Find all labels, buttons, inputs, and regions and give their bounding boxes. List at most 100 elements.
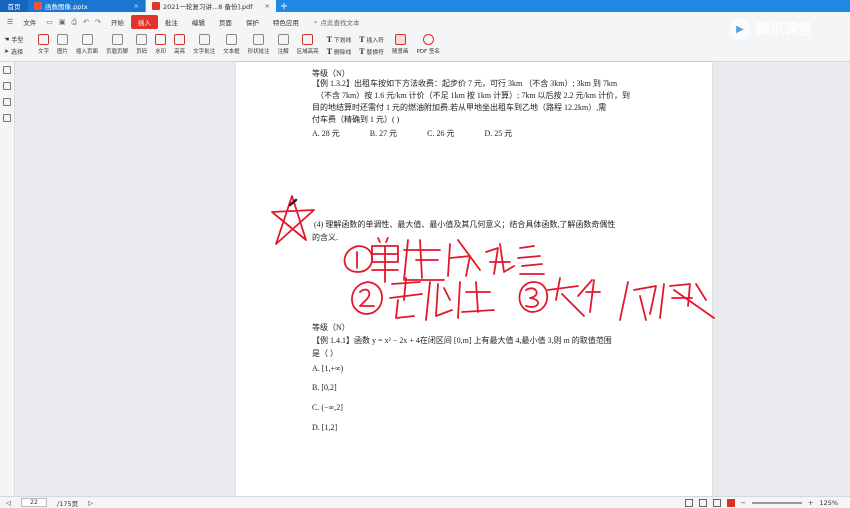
strikethrough-label: 删除线: [333, 50, 352, 56]
search-icon: ⌕: [313, 17, 318, 26]
highlight-button[interactable]: 高亮: [170, 32, 189, 55]
replace-mark-label: 替换符: [366, 50, 384, 56]
thumbnail-icon[interactable]: [3, 66, 11, 74]
area-highlight-icon: [302, 34, 314, 45]
insert-page-button[interactable]: 插入页面: [72, 32, 102, 55]
insert-page-icon: [81, 34, 93, 45]
page-number-button[interactable]: 页码: [132, 32, 151, 55]
watermark-icon: [155, 34, 167, 45]
replace-mark-icon: T: [359, 47, 365, 56]
freehand-pen-button[interactable]: 随意画: [388, 32, 413, 55]
sign-icon: [422, 34, 434, 45]
insert-page-label: 插入页面: [76, 49, 99, 55]
tab-home[interactable]: 首页: [0, 0, 28, 12]
print-icon[interactable]: ⎙: [69, 18, 81, 27]
pdf-sign-label: PDF 签名: [416, 49, 440, 55]
close-icon[interactable]: ×: [265, 2, 270, 10]
textbox-button[interactable]: 文本框: [219, 32, 244, 55]
hand-label: 手型: [11, 37, 24, 44]
underline-button[interactable]: T 下划线: [327, 35, 352, 44]
cursor-icon: ➤: [4, 48, 10, 55]
insert-mark-icon: T: [359, 35, 365, 44]
option-a: A. [1,+∞): [312, 364, 344, 373]
menu-protect[interactable]: 保护: [239, 15, 266, 29]
header-footer-label: 页眉页脚: [106, 49, 129, 55]
area-highlight-button[interactable]: 区域高亮: [293, 32, 323, 55]
watermark-label: 水印: [155, 49, 167, 55]
continuous-view-icon[interactable]: [712, 498, 721, 507]
menu-insert[interactable]: 插入: [130, 15, 158, 29]
textbox-label: 文本框: [223, 49, 240, 55]
ribbon-toolbar: ☚ 手型 ➤ 选择 文字 图片 插入页面 页眉页脚 页码 水印 高亮 文字批注 文本…: [0, 32, 850, 62]
pdf-sign-button[interactable]: PDF 签名: [412, 32, 443, 55]
menu-annotate[interactable]: 批注: [158, 15, 185, 29]
zoom-level[interactable]: 125%: [819, 499, 838, 507]
tab-pptx[interactable]: 函数图像.pptx ×: [28, 0, 146, 12]
hamburger-icon[interactable]: ☰: [4, 18, 16, 26]
example-text: 付车费（精确到 1 元）( ): [312, 115, 400, 124]
total-pages: /175页: [57, 499, 79, 508]
highlight-icon: [174, 34, 186, 45]
folder-icon[interactable]: ▭: [43, 18, 56, 26]
search-box[interactable]: ⌕ 点此查找文本: [313, 17, 360, 28]
zoom-out-icon[interactable]: −: [741, 499, 746, 507]
section-text: 的含义.: [312, 233, 338, 242]
single-page-view-icon[interactable]: [684, 498, 693, 507]
redo-icon[interactable]: ↷: [92, 18, 104, 26]
shape-annotation-button[interactable]: 形状批注: [244, 32, 274, 55]
select-tool[interactable]: ➤ 选择: [4, 47, 34, 56]
next-page-icon[interactable]: ▷: [88, 499, 93, 507]
note-button[interactable]: 注解: [274, 32, 293, 55]
hand-tool[interactable]: ☚ 手型: [4, 35, 34, 44]
two-page-view-icon[interactable]: [698, 498, 707, 507]
page-number-label: 页码: [136, 49, 148, 55]
option-c: C. 26 元: [427, 129, 455, 138]
header-footer-button[interactable]: 页眉页脚: [102, 32, 132, 55]
insert-mark-button[interactable]: T 插入符: [359, 35, 384, 44]
text-button[interactable]: 文字: [34, 32, 53, 55]
zoom-slider[interactable]: [751, 501, 802, 504]
option-b: B. 27 元: [369, 129, 398, 138]
menu-start[interactable]: 开始: [104, 15, 131, 29]
replace-mark-button[interactable]: T 替换符: [359, 47, 384, 56]
menu-page[interactable]: 页面: [212, 15, 239, 29]
text-icon: [38, 34, 49, 45]
tab-pdf[interactable]: 2021一轮复习讲...8 备份].pdf ×: [146, 0, 276, 12]
strikethrough-button[interactable]: T 删除线: [327, 47, 352, 56]
undo-icon[interactable]: ↶: [80, 18, 92, 26]
fit-view-icon[interactable]: [726, 498, 735, 507]
menu-file[interactable]: 文件: [16, 15, 43, 29]
section-text: (4) 理解函数的单调性、最大值、最小值及其几何意义；结合具体函数,了解函数奇偶…: [314, 220, 616, 229]
example-text: 【例 1.3.2】出租车按如下方法收费：起步价 7 元，可行 3km （不含 3…: [312, 79, 618, 88]
tab-pdf-label: 2021一轮复习讲...8 备份].pdf: [163, 3, 253, 11]
example-text: 是（ ）: [312, 349, 338, 358]
image-button-label: 图片: [57, 49, 69, 55]
prev-page-icon[interactable]: ◁: [6, 499, 11, 507]
new-tab-button[interactable]: +: [276, 0, 292, 12]
play-logo-icon: ▶: [729, 18, 751, 40]
image-button[interactable]: 图片: [53, 32, 72, 55]
strikethrough-icon: T: [326, 47, 332, 56]
text-button-label: 文字: [38, 49, 50, 55]
close-icon[interactable]: ×: [134, 2, 139, 10]
watermark-button[interactable]: 水印: [151, 32, 170, 55]
example-text: 目的地结算时还需付 1 元的燃油附加费.若从甲地坐出租车到乙地（路程 12.2k…: [312, 103, 607, 112]
pdf-file-icon: [152, 2, 160, 10]
note-label: 注解: [277, 49, 289, 55]
option-c: C. (−∞,2]: [312, 403, 343, 412]
highlight-label: 高亮: [174, 49, 186, 55]
zoom-in-icon[interactable]: +: [808, 499, 813, 507]
menu-features[interactable]: 特色应用: [266, 15, 306, 29]
attachment-icon[interactable]: [3, 114, 11, 122]
save-icon[interactable]: ▣: [56, 18, 69, 26]
text-annotation-button[interactable]: 文字批注: [189, 32, 219, 55]
annotation-list-icon[interactable]: [3, 98, 11, 106]
hand-icon: ☚: [4, 36, 10, 43]
option-d: D. 25 元: [484, 129, 513, 138]
menu-edit[interactable]: 编辑: [185, 15, 212, 29]
insert-mark-label: 插入符: [366, 38, 384, 44]
shape-annotation-label: 形状批注: [247, 49, 270, 55]
underline-icon: T: [326, 35, 332, 44]
bookmark-icon[interactable]: [3, 82, 11, 90]
page-number-input[interactable]: 22: [21, 498, 47, 507]
